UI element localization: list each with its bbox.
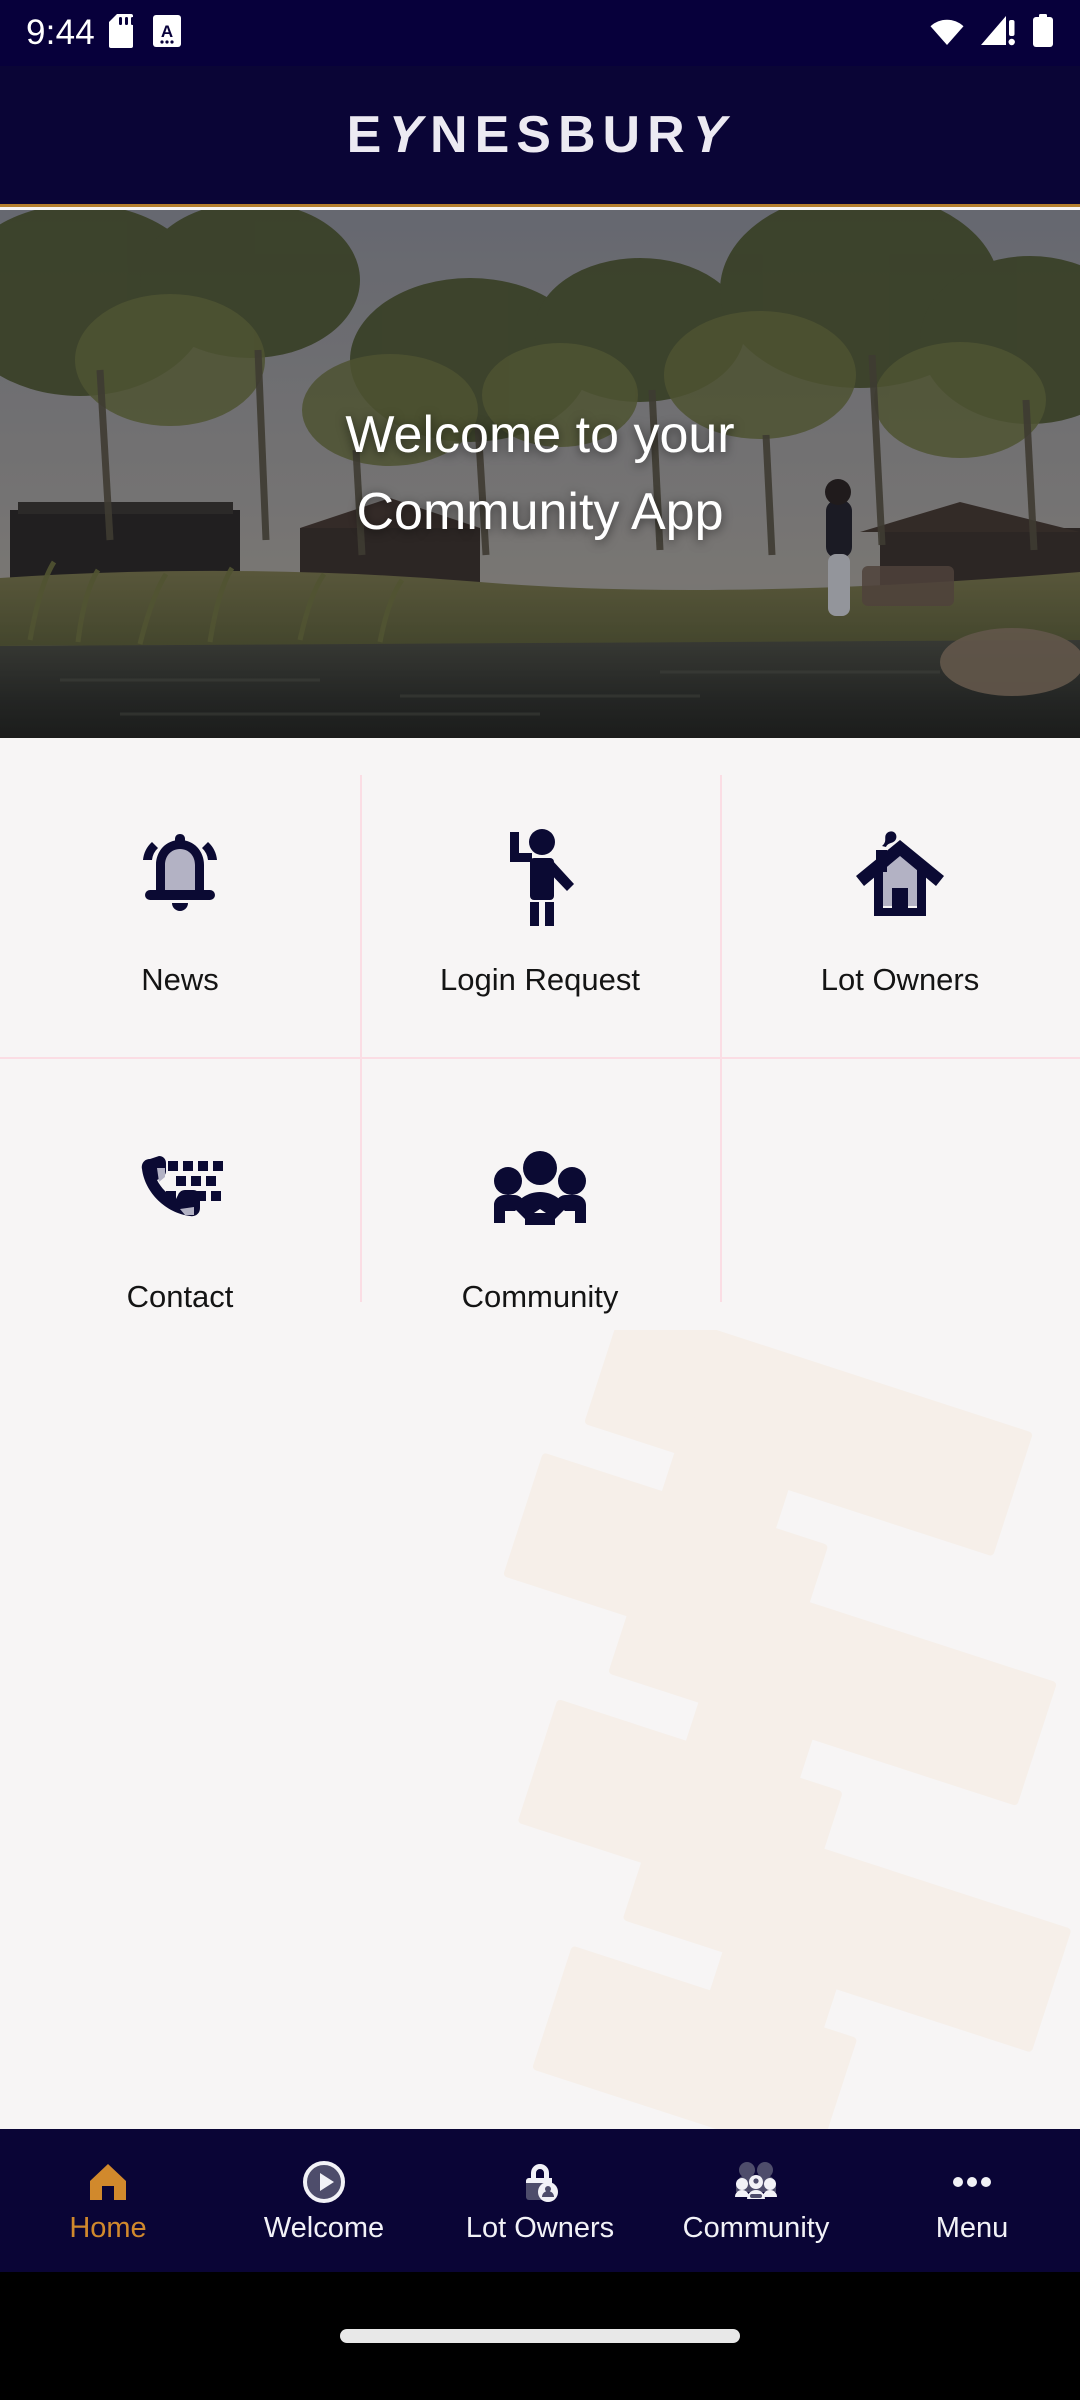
people-group-icon bbox=[486, 1119, 594, 1259]
gesture-pill[interactable] bbox=[340, 2329, 740, 2343]
more-horizontal-icon bbox=[949, 2159, 995, 2205]
background-watermark bbox=[330, 1330, 1080, 2230]
svg-text:A: A bbox=[161, 22, 173, 41]
tile-label: Community bbox=[461, 1279, 619, 1314]
hero-line-1: Welcome to your bbox=[345, 406, 735, 465]
nav-label: Lot Owners bbox=[465, 2211, 615, 2244]
tile-contact[interactable]: Contact bbox=[0, 1057, 360, 1374]
hero-line-2: Community App bbox=[356, 483, 724, 541]
tile-empty-slot bbox=[720, 1057, 1080, 1374]
bottom-navigation: Home Welcome Lot Owners Community Menu bbox=[0, 2129, 1080, 2272]
app-screen: 9:44 A EYNESBURY Welcome to your Communi… bbox=[0, 0, 1080, 2400]
tile-label: Lot Owners bbox=[820, 962, 980, 997]
nav-item-menu[interactable]: Menu bbox=[864, 2159, 1080, 2243]
house-icon bbox=[846, 802, 954, 942]
tile-label: News bbox=[141, 962, 219, 997]
wifi-icon bbox=[928, 14, 966, 53]
people-group-icon bbox=[733, 2159, 779, 2205]
nav-item-lot-owners[interactable]: Lot Owners bbox=[432, 2159, 648, 2243]
nav-item-community[interactable]: Community bbox=[648, 2159, 864, 2243]
nav-item-welcome[interactable]: Welcome bbox=[216, 2159, 432, 2243]
bell-icon bbox=[126, 802, 234, 942]
nav-label: Welcome bbox=[263, 2211, 385, 2244]
tile-label: Contact bbox=[126, 1279, 234, 1314]
app-header: EYNESBURY bbox=[0, 66, 1080, 207]
tile-label: Login Request bbox=[440, 962, 640, 997]
battery-icon bbox=[1032, 13, 1054, 53]
hero-banner[interactable]: Welcome to your Community App bbox=[0, 210, 1080, 738]
tile-login-request[interactable]: Login Request bbox=[360, 740, 720, 1057]
lock-person-icon bbox=[517, 2159, 563, 2205]
home-icon bbox=[85, 2159, 131, 2205]
brand-text: EYNESBURY bbox=[346, 106, 741, 164]
nav-label: Community bbox=[682, 2211, 830, 2244]
brand-title: EYNESBURY bbox=[346, 106, 741, 164]
system-gesture-bar bbox=[0, 2272, 1080, 2400]
status-clock: 9:44 bbox=[26, 13, 95, 52]
waving-person-icon bbox=[486, 802, 594, 942]
tile-news[interactable]: News bbox=[0, 740, 360, 1057]
shortcut-grid: News Login Request Lot Owners Contact Co… bbox=[0, 740, 1080, 1374]
nav-label: Menu bbox=[935, 2211, 1009, 2244]
tile-community[interactable]: Community bbox=[360, 1057, 720, 1374]
hero-text: Welcome to your Community App bbox=[0, 210, 1080, 738]
status-bar: 9:44 A bbox=[0, 0, 1080, 66]
nav-label: Home bbox=[69, 2211, 147, 2244]
status-bar-right bbox=[928, 13, 1054, 53]
app-badge-a-icon: A bbox=[152, 14, 181, 52]
phone-dialpad-icon bbox=[126, 1119, 234, 1259]
status-bar-left: 9:44 A bbox=[26, 13, 181, 53]
cellular-signal-alert-icon bbox=[980, 14, 1018, 53]
tile-lot-owners[interactable]: Lot Owners bbox=[720, 740, 1080, 1057]
nav-item-home[interactable]: Home bbox=[0, 2159, 216, 2243]
play-circle-icon bbox=[301, 2159, 347, 2205]
sd-card-icon bbox=[108, 13, 139, 53]
